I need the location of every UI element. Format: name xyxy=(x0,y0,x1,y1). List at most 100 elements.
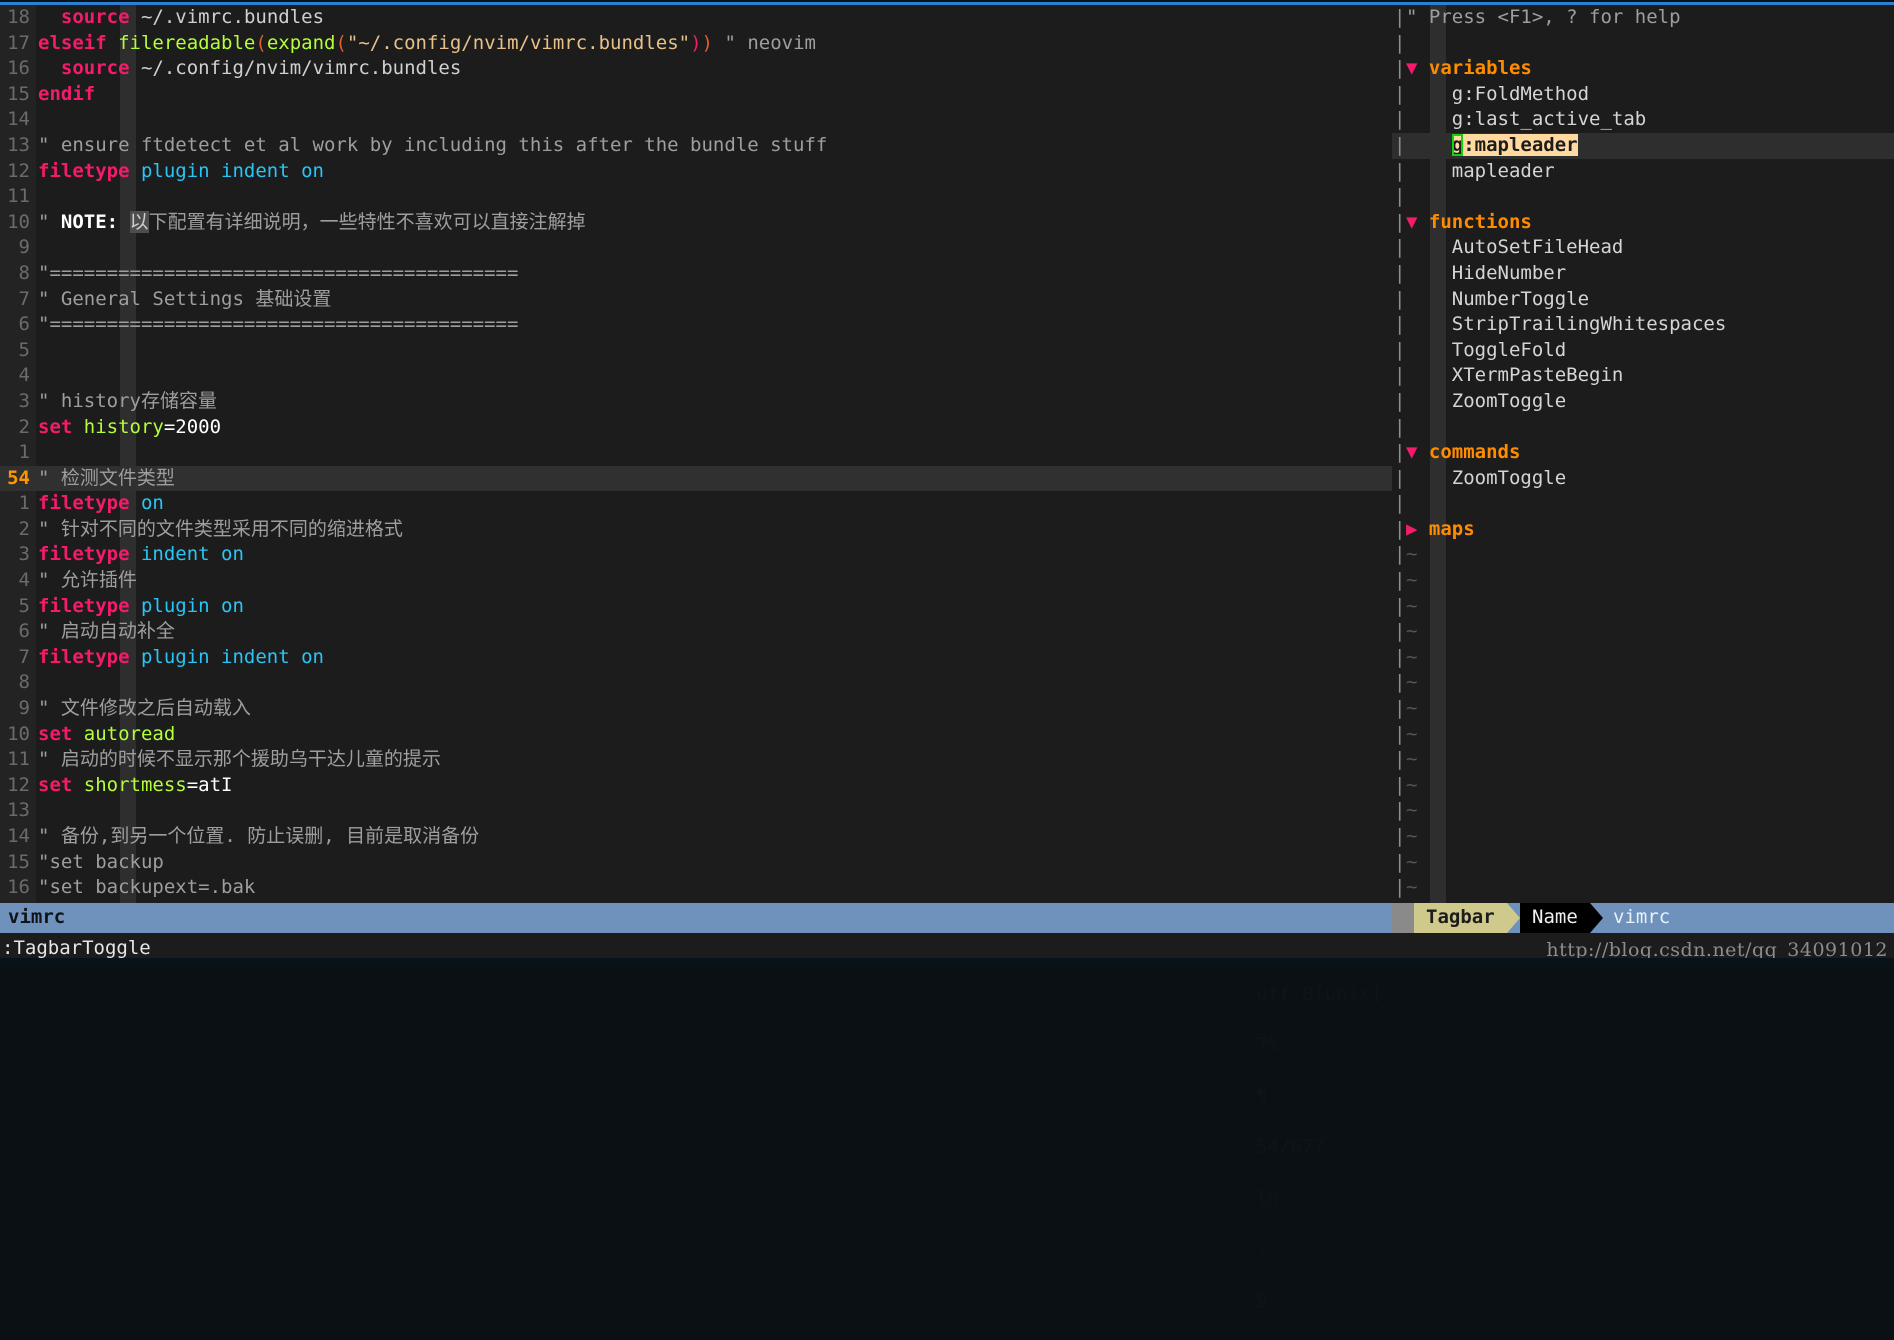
editor-line[interactable]: 17 elseif filereadable(expand("~/.config/… xyxy=(0,31,1392,57)
editor-line[interactable]: 2 set history=2000 xyxy=(0,415,1392,441)
split-separator-icon: | xyxy=(1394,415,1406,438)
tagbar-section-maps[interactable]: | ▶ maps xyxy=(1392,517,1894,543)
code-token: filetype xyxy=(38,543,130,566)
editor-line[interactable]: 4 xyxy=(0,363,1392,389)
editor-line[interactable]: 9 xyxy=(0,235,1392,261)
editor-line[interactable]: 10 " NOTE: 以下配置有详细说明，一些特性不喜欢可以直接注解掉 xyxy=(0,210,1392,236)
editor-line[interactable]: 16 "set backupext=.bak xyxy=(0,875,1392,901)
editor-lines[interactable]: 18 source ~/.vimrc.bundles 17 elseif filer… xyxy=(0,5,1392,903)
tagbar-pane[interactable]: | " Press <F1>, ? for help | | ▼ variables | … xyxy=(1392,5,1894,903)
tagbar-section-functions[interactable]: | ▼ functions xyxy=(1392,210,1894,236)
statusline-spacer-3 xyxy=(1256,1060,1267,1082)
code-token: shortmess xyxy=(83,773,187,796)
tagbar-item[interactable]: | AutoSetFileHead xyxy=(1392,235,1894,261)
editor-line[interactable]: 13 xyxy=(0,798,1392,824)
split-separator-icon: | xyxy=(1394,210,1406,233)
editor-line[interactable]: 1 xyxy=(0,440,1392,466)
tagbar-item[interactable]: | NumberToggle xyxy=(1392,287,1894,313)
tagbar-item[interactable]: | ZoomToggle xyxy=(1392,389,1894,415)
tagbar-item[interactable]: | g:last_active_tab xyxy=(1392,107,1894,133)
code-token: ( xyxy=(255,31,267,54)
editor-line[interactable]: 14 xyxy=(0,107,1392,133)
code-token: " 针对不同的文件类型采用不同的缩进格式 xyxy=(38,517,403,540)
split-separator-icon: | xyxy=(1394,825,1406,847)
editor-line[interactable]: 13 " ensure ftdetect et al work by includ… xyxy=(0,133,1392,159)
editor-line[interactable]: 7 filetype plugin indent on xyxy=(0,645,1392,671)
tagbar-item[interactable]: | ToggleFold xyxy=(1392,338,1894,364)
tagbar-section-commands[interactable]: | ▼ commands xyxy=(1392,440,1894,466)
split-separator-icon: | xyxy=(1394,389,1406,412)
tagbar-status-label: Tagbar xyxy=(1414,903,1507,933)
relative-line-number: 16 xyxy=(7,57,30,80)
editor-line[interactable]: 2 " 针对不同的文件类型采用不同的缩进格式 xyxy=(0,517,1392,543)
editor-line[interactable]: 8 "======================================… xyxy=(0,261,1392,287)
tagbar-empty-row: |~ xyxy=(1392,747,1894,773)
code-token: indent on xyxy=(140,543,244,566)
editor-line[interactable]: 3 filetype indent on xyxy=(0,542,1392,568)
tagbar-selected-item[interactable]: g:mapleader xyxy=(1451,133,1578,156)
code-token: ) xyxy=(690,31,702,54)
empty-line-marker: ~ xyxy=(1406,825,1418,847)
tagbar-lines[interactable]: | " Press <F1>, ? for help | | ▼ variables | … xyxy=(1392,5,1894,903)
chevron-down-icon: ▼ xyxy=(1406,441,1418,464)
editor-line[interactable]: 5 filetype plugin on xyxy=(0,594,1392,620)
code-token: 下配置有详细说明，一些特性不喜欢可以直接注解掉 xyxy=(148,210,586,233)
split-separator-icon: | xyxy=(1394,159,1406,182)
code-token: autoread xyxy=(83,722,176,745)
editor-line[interactable]: 54 " 检测文件类型 xyxy=(0,465,1392,492)
editor-line[interactable]: 6 "======================================… xyxy=(0,312,1392,338)
editor-line[interactable]: 15 endif xyxy=(0,82,1392,108)
split-separator-icon: | xyxy=(1394,722,1406,745)
tagbar-item[interactable]: | XTermPasteBegin xyxy=(1392,363,1894,389)
editor-line[interactable]: 1 filetype on xyxy=(0,491,1392,517)
editor-line[interactable]: 3 " history存储容量 xyxy=(0,389,1392,415)
relative-line-number: 5 xyxy=(18,594,30,617)
tagbar-section-variables[interactable]: | ▼ variables xyxy=(1392,56,1894,82)
editor-line[interactable]: 4 " 允许插件 xyxy=(0,568,1392,594)
editor-line[interactable]: 7 " General Settings 基础设置 xyxy=(0,287,1392,313)
editor-line[interactable]: 16 source ~/.config/nvim/vimrc.bundles xyxy=(0,56,1392,82)
code-token: source xyxy=(60,6,130,28)
tagbar-empty-row: |~ xyxy=(1392,773,1894,799)
editor-line[interactable]: 12 set shortmess=atI xyxy=(0,773,1392,799)
tagbar-item[interactable]: | g:FoldMethod xyxy=(1392,82,1894,108)
editor-line[interactable]: 9 " 文件修改之后自动载入 xyxy=(0,696,1392,722)
tagbar-item[interactable]: | mapleader xyxy=(1392,159,1894,185)
editor-line[interactable]: 12 filetype plugin indent on xyxy=(0,159,1392,185)
editor-line[interactable]: 6 " 启动自动补全 xyxy=(0,619,1392,645)
tagbar-help-row: | " Press <F1>, ? for help xyxy=(1392,5,1894,31)
statusline-separator xyxy=(1392,903,1414,933)
relative-line-number: 4 xyxy=(18,569,30,592)
editor-line[interactable]: 15 "set backup xyxy=(0,850,1392,876)
split-separator-icon: | xyxy=(1394,594,1406,617)
code-token: ( xyxy=(335,31,347,54)
relative-line-number: 8 xyxy=(18,671,30,694)
relative-line-number: 18 xyxy=(7,6,30,28)
editor-line[interactable]: 8 xyxy=(0,670,1392,696)
editor-line[interactable]: 5 xyxy=(0,338,1392,364)
editor-line-text: filetype indent on xyxy=(38,542,244,568)
code-token: " 启动自动补全 xyxy=(38,620,175,643)
relative-line-number: 13 xyxy=(7,799,30,822)
paragraph-icon: ¶ xyxy=(1256,1085,1268,1108)
editor-line[interactable]: 18 source ~/.vimrc.bundles xyxy=(0,5,1392,31)
editor-line[interactable]: 11 " 启动的时候不显示那个援助乌干达儿童的提示 xyxy=(0,747,1392,773)
tagbar-item[interactable]: | ZoomToggle xyxy=(1392,466,1894,492)
editor-pane[interactable]: 18 source ~/.vimrc.bundles 17 elseif filer… xyxy=(0,5,1392,903)
tagbar-item-label: ZoomToggle xyxy=(1451,389,1567,412)
editor-line[interactable]: 14 " 备份,到另一个位置. 防止误删, 目前是取消备份 xyxy=(0,824,1392,850)
tagbar-item[interactable]: | StripTrailingWhitespaces xyxy=(1392,312,1894,338)
tagbar-item[interactable]: | HideNumber xyxy=(1392,261,1894,287)
editor-line[interactable]: 11 xyxy=(0,184,1392,210)
tagbar-item[interactable]: | g:mapleader xyxy=(1392,132,1894,159)
tagbar-blank-row: | xyxy=(1392,31,1894,57)
editor-line[interactable]: 10 set autoread xyxy=(0,722,1392,748)
code-token: expand xyxy=(266,31,336,54)
relative-line-number: 9 xyxy=(18,697,30,720)
